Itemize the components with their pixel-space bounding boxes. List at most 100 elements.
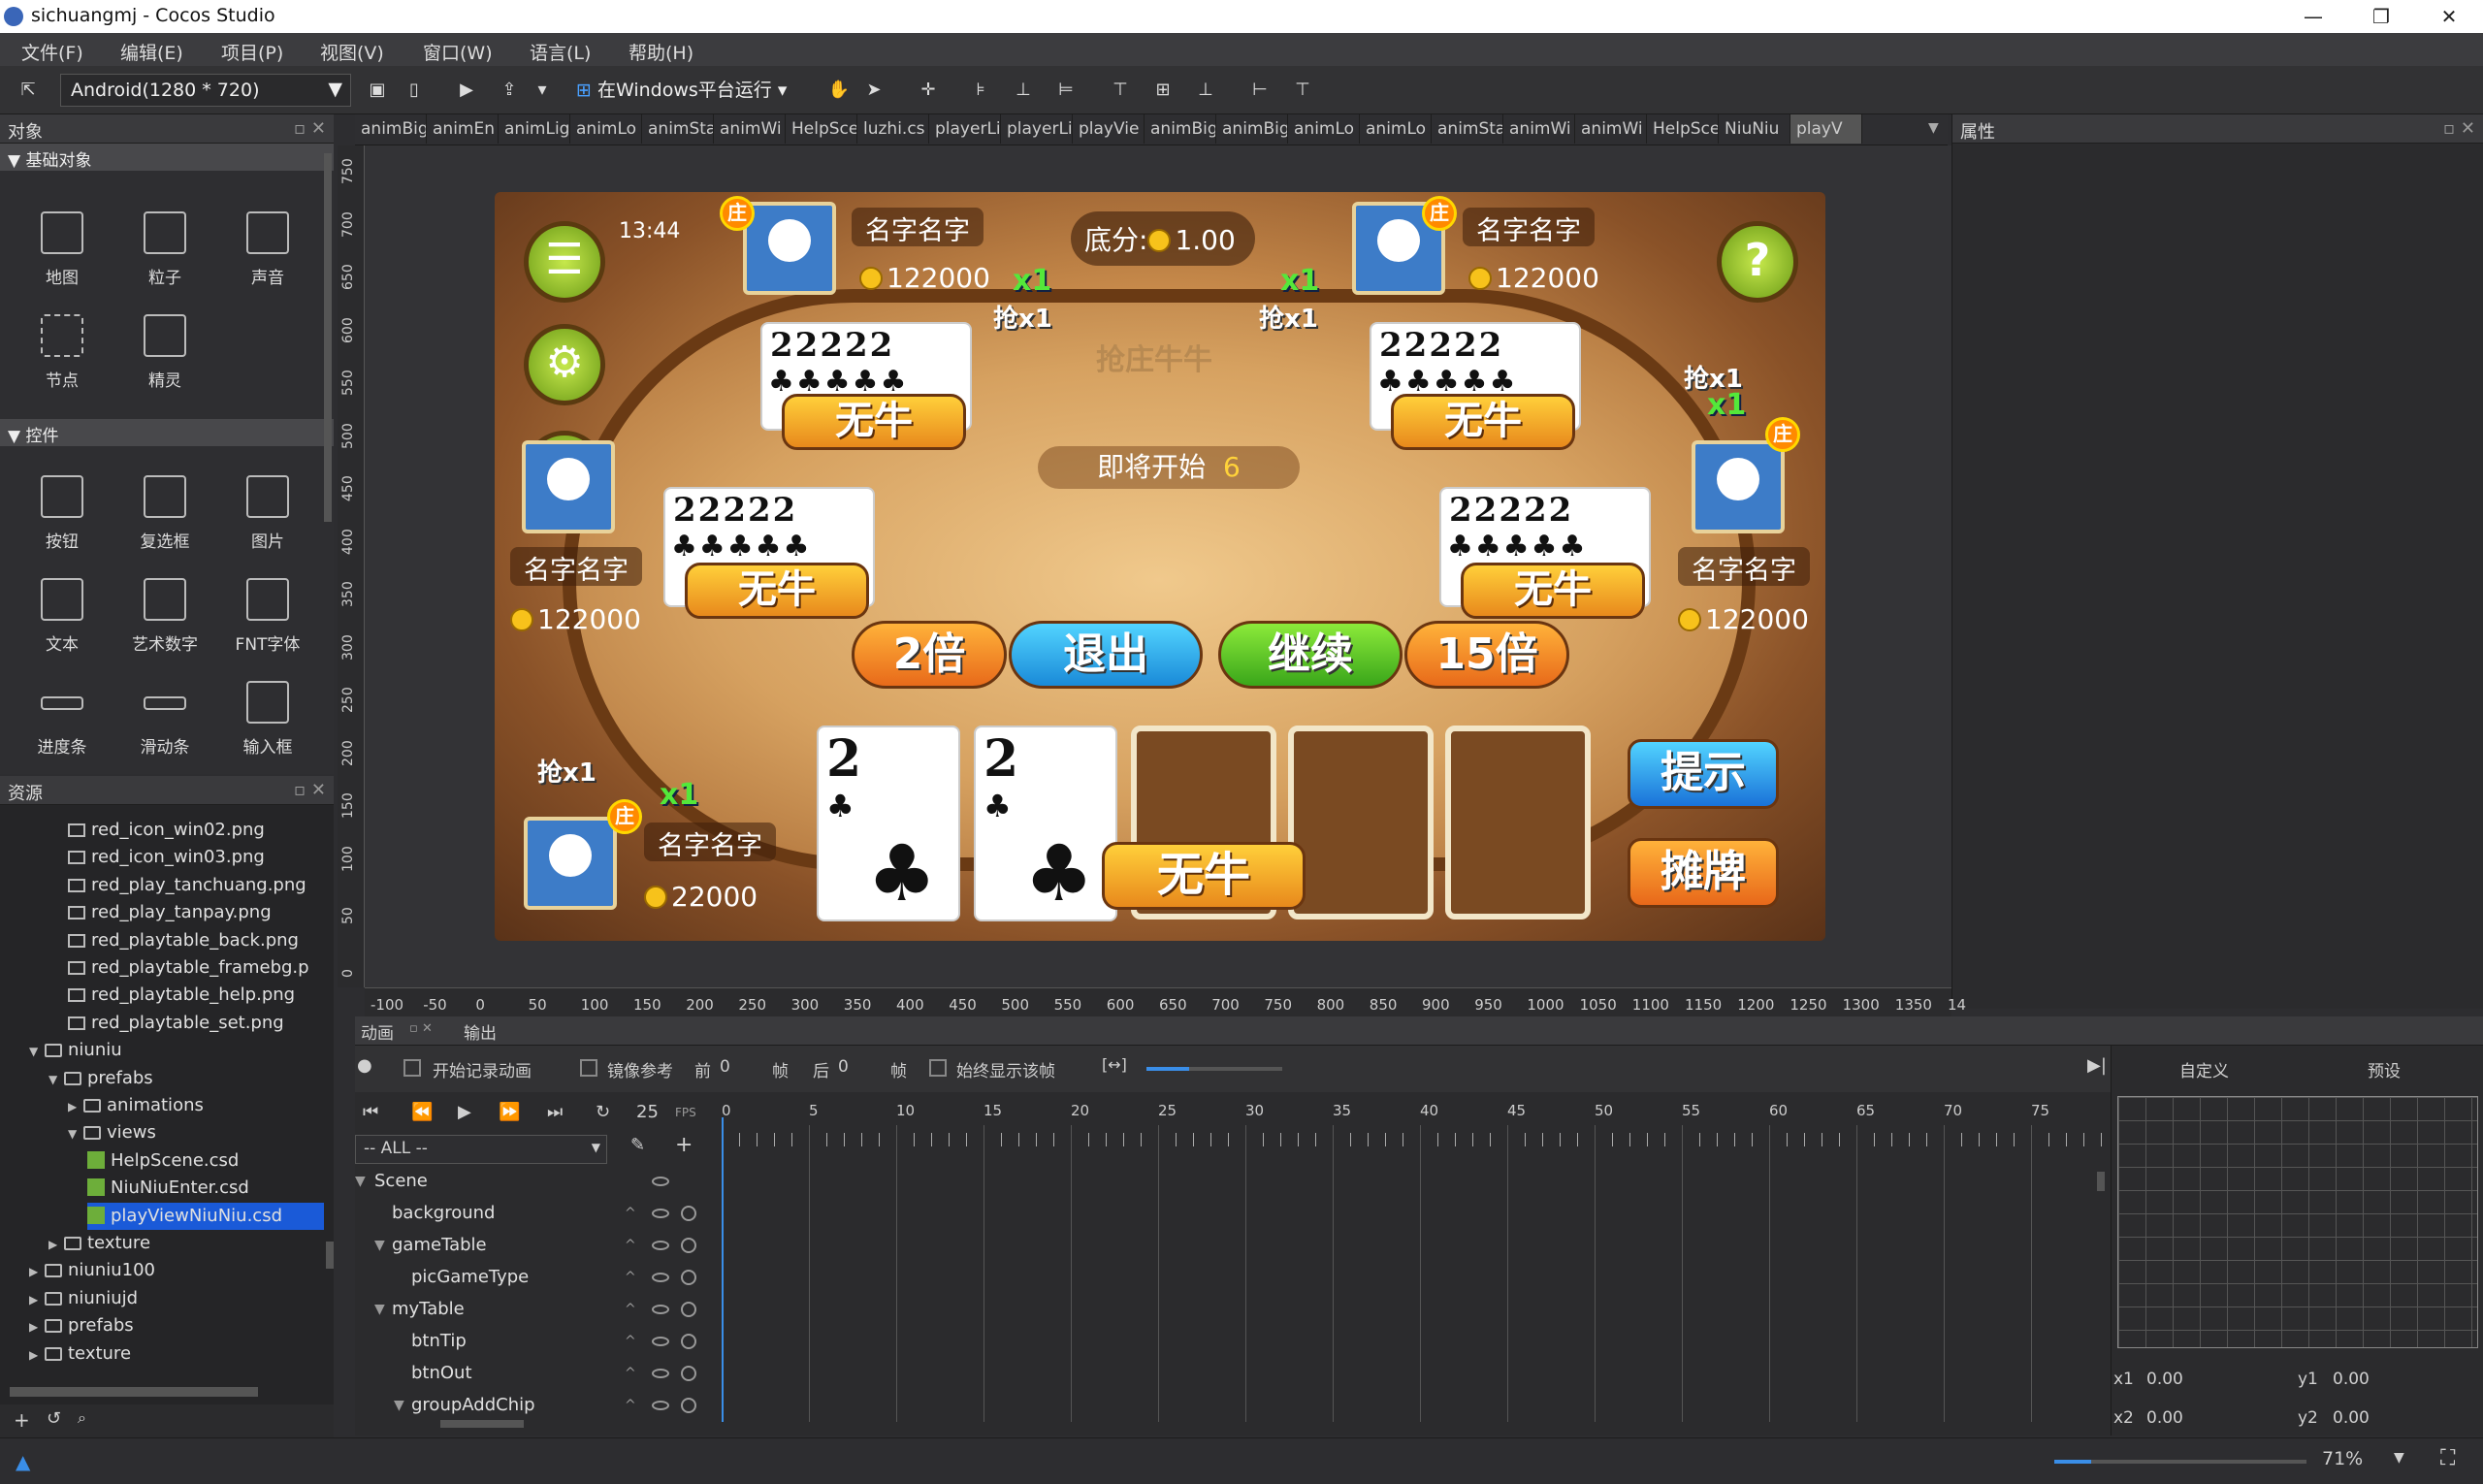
edit-pen-icon[interactable]: ✎ [630,1135,645,1155]
basic-objects-header[interactable]: ▼ 基础对象 [0,144,334,171]
tree-toggle-icon[interactable]: ▶ [29,1258,45,1285]
visibility-circle-icon[interactable] [681,1238,696,1253]
tree-toggle-icon[interactable]: ▶ [29,1313,45,1340]
fps-input[interactable]: 25 [636,1102,659,1122]
my-card-2[interactable]: 2 ♣ ♣ [974,726,1117,921]
align-icon[interactable]: ✛ [916,78,941,103]
document-tab[interactable]: animLo [1288,114,1360,144]
tree-toggle-icon[interactable]: ▶ [48,1231,64,1258]
resource-item[interactable]: red_play_tanchuang.png [68,872,306,899]
exit-button[interactable]: 退出 [1009,621,1203,689]
document-tab[interactable]: luzhi.cs [857,114,929,144]
resource-item[interactable]: ▶ animations [68,1092,204,1119]
resource-item[interactable]: red_icon_win03.png [68,844,265,871]
eye-icon[interactable] [652,1369,669,1378]
timeline-node-row[interactable]: ▼ gameTable ^ [355,1232,714,1259]
timeline-node-row[interactable]: btnOut ^ [355,1360,714,1387]
visibility-circle-icon[interactable] [681,1302,696,1317]
zoom-level[interactable]: 71% [2322,1448,2363,1469]
my-card-back-5[interactable] [1445,726,1591,919]
distribute-h-icon[interactable]: ⊢ [1247,78,1273,103]
document-tab[interactable]: animLo [570,114,642,144]
always-show-checkbox[interactable] [929,1059,947,1077]
tree-toggle-icon[interactable]: ▶ [68,1093,83,1120]
sprite-object[interactable]: 精灵 [116,314,213,391]
record-icon[interactable]: ● [357,1055,372,1076]
double-2x-button[interactable]: 2倍 [852,621,1007,689]
resources-v-scrollbar[interactable] [326,1242,334,1269]
resource-item[interactable]: ▼ views [68,1119,156,1146]
resource-item[interactable]: playViewNiuNiu.csd [87,1202,324,1230]
document-tab[interactable]: animLo [1360,114,1432,144]
my-card-1[interactable]: 2 ♣ ♣ [817,726,960,921]
document-tab[interactable]: playerLi [929,114,1001,144]
bracket-icon[interactable]: [↔] [1102,1055,1127,1074]
prev-frame-icon[interactable]: ⏪ [411,1102,433,1122]
play-icon[interactable]: ▶| [2087,1055,2107,1076]
next-frame-icon[interactable]: ⏩ [499,1102,520,1122]
play-anim-icon[interactable]: ▶ [458,1102,471,1122]
document-tab[interactable]: animWi [1575,114,1647,144]
resource-item[interactable]: ▶ texture [48,1230,150,1257]
checkbox-control[interactable]: 复选框 [116,475,213,552]
resource-item[interactable]: ▶ niuniujd [29,1285,138,1312]
publish-dropdown-icon[interactable]: ▾ [530,78,555,103]
select-tool-icon[interactable]: ➤ [861,78,887,103]
visibility-circle-icon[interactable] [681,1398,696,1413]
settings-gear-button[interactable]: ⚙ [524,324,605,405]
menu-project[interactable]: 项目(P) [221,39,283,65]
resource-item[interactable]: ▼ niuniu [29,1037,122,1064]
prev-input[interactable]: 0 [720,1057,730,1077]
panel-close-icon[interactable]: ▫ ✕ [409,1021,433,1036]
menu-language[interactable]: 语言(L) [530,39,591,65]
lock-icon[interactable]: ^ [625,1328,636,1355]
add-icon[interactable]: + [675,1133,693,1157]
resource-item[interactable]: HelpScene.csd [87,1147,239,1175]
fit-screen-icon[interactable]: ⛶ [2440,1446,2455,1470]
eye-icon[interactable] [652,1305,669,1314]
y2-input[interactable]: 0.00 [2333,1408,2370,1428]
tree-toggle-icon[interactable]: ▶ [29,1286,45,1313]
lock-icon[interactable]: ^ [625,1232,636,1259]
loop-icon[interactable]: ↻ [596,1102,610,1122]
menu-view[interactable]: 视图(V) [320,39,384,65]
image-control[interactable]: 图片 [219,475,316,552]
tree-toggle-icon[interactable]: ▼ [29,1038,45,1065]
text-control[interactable]: 文本 [14,578,111,655]
add-icon[interactable]: + [14,1408,30,1432]
resource-item[interactable]: red_icon_win02.png [68,817,265,844]
resource-item[interactable]: red_playtable_help.png [68,982,295,1009]
visibility-circle-icon[interactable] [681,1366,696,1381]
document-tab[interactable]: playVie [1073,114,1145,144]
node-filter-dropdown[interactable]: -- ALL -- ▼ [355,1135,607,1164]
close-button[interactable]: ✕ [2420,0,2478,33]
timeline-ruler[interactable]: 0 5 10 15 20 25 30 35 40 45 50 55 60 65 70 75 [722,1092,2102,1422]
expand-caret-icon[interactable]: ▼ [374,1296,385,1323]
play-icon[interactable]: ▶ [454,78,479,103]
x2-input[interactable]: 0.00 [2146,1408,2183,1428]
expand-caret-icon[interactable]: ▼ [355,1168,366,1195]
document-tab[interactable]: playerLi [1001,114,1073,144]
resource-item[interactable]: red_playtable_back.png [68,927,299,954]
eye-icon[interactable] [652,1337,669,1346]
resource-item[interactable]: ▶ niuniu100 [29,1257,155,1284]
timeline-node-row[interactable]: btnTip ^ [355,1328,714,1355]
curve-grid[interactable] [2117,1096,2478,1348]
eye-icon[interactable] [652,1209,669,1218]
eye-icon[interactable] [652,1241,669,1250]
record-checkbox[interactable] [403,1059,421,1077]
tab-output[interactable]: 输出 [464,1019,497,1044]
tree-toggle-icon[interactable]: ▶ [29,1341,45,1369]
tab-custom[interactable]: 自定义 [2179,1057,2229,1081]
visibility-circle-icon[interactable] [681,1270,696,1285]
expand-caret-icon[interactable]: ▼ [374,1232,385,1259]
menu-edit[interactable]: 编辑(E) [120,39,183,65]
zoom-slider-track[interactable] [1146,1067,1282,1071]
resolution-dropdown[interactable]: Android(1280 * 720) ▼ [60,74,351,107]
document-tab[interactable]: animLig [499,114,570,144]
fnt-font-control[interactable]: FNT字体 [219,578,316,655]
my-card-back-4[interactable] [1288,726,1434,919]
menu-help[interactable]: 帮助(H) [629,39,693,65]
resource-item[interactable]: ▶ prefabs [29,1312,134,1339]
lock-icon[interactable]: ^ [625,1264,636,1291]
